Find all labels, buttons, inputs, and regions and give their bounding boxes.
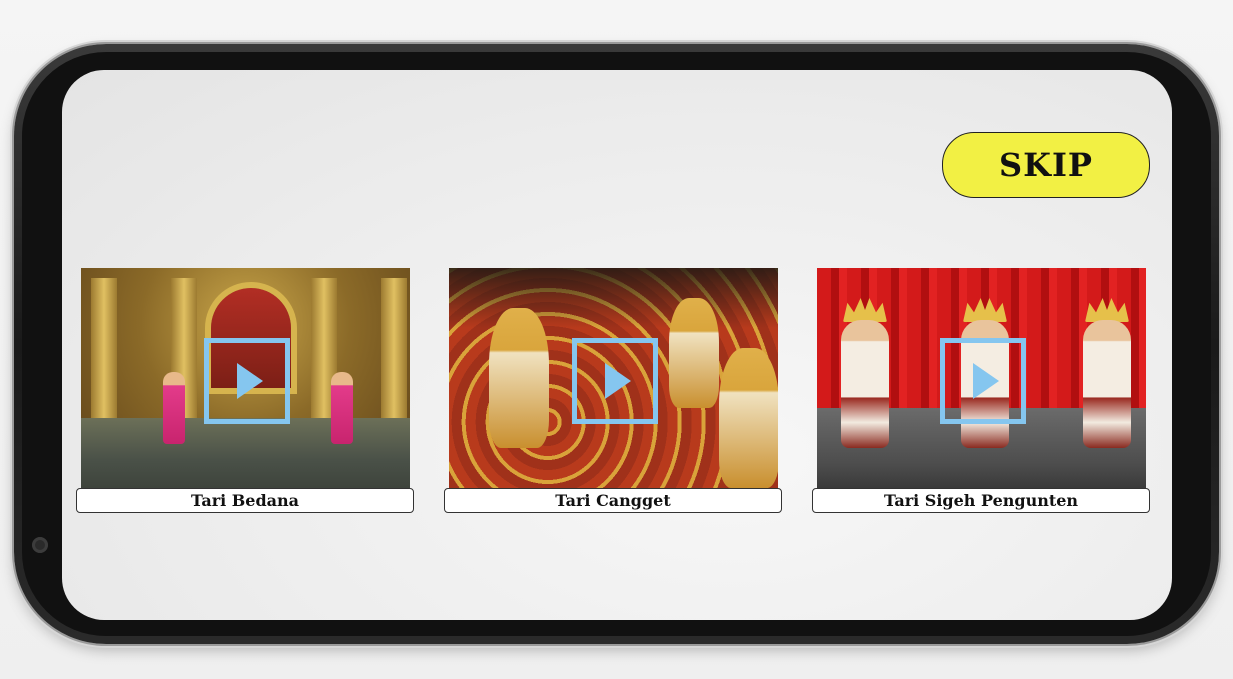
video-list: Tari Bedana Tari Cangget Tari Sigeh Peng… [76, 268, 1156, 518]
video-card-tari-cangget[interactable]: Tari Cangget [444, 268, 782, 513]
camera-icon [32, 537, 48, 553]
skip-button[interactable]: SKIP [942, 132, 1150, 198]
video-title: Tari Sigeh Pengunten [812, 488, 1150, 513]
video-card-tari-sigeh-pengunten[interactable]: Tari Sigeh Pengunten [812, 268, 1150, 513]
play-icon[interactable] [203, 338, 290, 424]
video-title: Tari Cangget [444, 488, 782, 513]
play-icon[interactable] [571, 338, 658, 424]
video-thumbnail[interactable] [81, 268, 410, 488]
video-thumbnail[interactable] [449, 268, 778, 488]
video-title: Tari Bedana [76, 488, 414, 513]
phone-frame: SKIP Tari Bedana Tari Cangget Tari Sigeh… [14, 44, 1219, 644]
play-icon[interactable] [939, 338, 1026, 424]
video-card-tari-bedana[interactable]: Tari Bedana [76, 268, 414, 513]
phone-screen: SKIP Tari Bedana Tari Cangget Tari Sigeh… [62, 70, 1172, 620]
app-stage: SKIP Tari Bedana Tari Cangget Tari Sigeh… [0, 0, 1233, 679]
video-thumbnail[interactable] [817, 268, 1146, 488]
